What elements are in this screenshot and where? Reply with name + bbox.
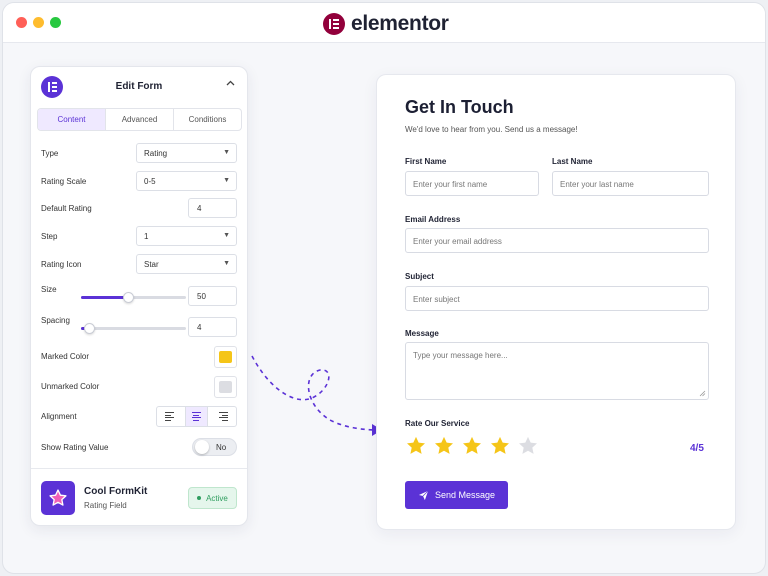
- star-filled-icon[interactable]: [489, 435, 511, 457]
- size-slider-handle[interactable]: [123, 292, 134, 303]
- status-dot-icon: [197, 496, 202, 500]
- panel-tabs: Content Advanced Conditions: [37, 108, 242, 131]
- type-label: Type: [41, 149, 59, 158]
- rating-label: Rate Our Service: [405, 419, 470, 428]
- send-icon: [418, 490, 429, 500]
- message-label: Message: [405, 329, 439, 338]
- rating-scale-value: 0-5: [144, 177, 156, 186]
- status-badge-text: Active: [206, 493, 228, 503]
- plugin-name: Cool FormKit: [84, 486, 148, 497]
- minimize-window-button[interactable]: [33, 17, 44, 28]
- caret-down-icon: ▼: [223, 232, 230, 239]
- message-placeholder: Type your message here...: [413, 351, 508, 360]
- last-name-input[interactable]: Enter your last name: [552, 171, 709, 196]
- edit-form-panel: Edit Form Content Advanced Conditions Ty…: [30, 66, 248, 526]
- align-right-button[interactable]: [208, 407, 236, 426]
- type-select-value: Rating: [144, 149, 168, 158]
- marked-color-swatch: [219, 351, 232, 363]
- close-window-button[interactable]: [16, 17, 27, 28]
- rating-icon-select[interactable]: Star ▼: [136, 254, 237, 274]
- align-center-button[interactable]: [186, 407, 208, 426]
- marked-color-label: Marked Color: [41, 352, 90, 361]
- panel-header: Edit Form: [31, 67, 247, 107]
- send-message-label: Send Message: [434, 490, 496, 500]
- panel-title: Edit Form: [115, 81, 163, 92]
- unmarked-color-picker[interactable]: [214, 376, 237, 398]
- size-input[interactable]: 50: [188, 286, 237, 306]
- unmarked-color-label: Unmarked Color: [41, 382, 100, 391]
- email-input[interactable]: Enter your email address: [405, 228, 709, 253]
- maximize-window-button[interactable]: [50, 17, 61, 28]
- tab-conditions[interactable]: Conditions: [174, 109, 241, 130]
- size-slider-fill: [81, 296, 128, 299]
- rating-icon-value: Star: [144, 260, 159, 269]
- subject-input[interactable]: Enter subject: [405, 286, 709, 311]
- panel-divider: [31, 468, 247, 469]
- size-label: Size: [41, 285, 57, 294]
- spacing-label: Spacing: [41, 316, 70, 325]
- caret-down-icon: ▼: [223, 149, 230, 156]
- alignment-label: Alignment: [41, 412, 77, 421]
- plugin-subtitle: Rating Field: [84, 501, 127, 510]
- unmarked-color-swatch: [219, 381, 232, 393]
- form-subtitle: We'd love to hear from you. Send us a me…: [405, 125, 578, 134]
- email-label: Email Address: [405, 215, 461, 224]
- last-name-label: Last Name: [552, 157, 593, 166]
- toggle-state-text: No: [216, 443, 227, 452]
- spacing-slider-handle[interactable]: [84, 323, 95, 334]
- default-rating-label: Default Rating: [41, 204, 92, 213]
- subject-label: Subject: [405, 272, 434, 281]
- brand-name: elementor: [351, 12, 449, 35]
- send-message-button[interactable]: Send Message: [405, 481, 508, 509]
- star-rating[interactable]: [405, 435, 539, 457]
- star-filled-icon[interactable]: [405, 435, 427, 457]
- rating-scale-label: Rating Scale: [41, 177, 87, 186]
- marked-color-picker[interactable]: [214, 346, 237, 368]
- star-filled-icon[interactable]: [461, 435, 483, 457]
- plugin-star-icon: [41, 481, 75, 515]
- step-select[interactable]: 1 ▼: [136, 226, 237, 246]
- message-textarea[interactable]: Type your message here...: [405, 342, 709, 400]
- step-label: Step: [41, 232, 58, 241]
- alignment-control: [156, 406, 237, 427]
- caret-down-icon: ▼: [223, 260, 230, 267]
- caret-down-icon: ▼: [223, 177, 230, 184]
- brand-logo: elementor: [323, 12, 449, 36]
- resize-grip-icon[interactable]: [699, 390, 706, 397]
- spacing-input[interactable]: 4: [188, 317, 237, 337]
- tab-content[interactable]: Content: [38, 109, 106, 130]
- dashed-arrow-icon: [251, 355, 382, 436]
- star-empty-icon[interactable]: [517, 435, 539, 457]
- show-rating-value-label: Show Rating Value: [41, 443, 109, 452]
- rating-score: 4/5: [690, 443, 704, 454]
- star-filled-icon[interactable]: [433, 435, 455, 457]
- first-name-input[interactable]: Enter your first name: [405, 171, 539, 196]
- size-slider[interactable]: [81, 292, 186, 303]
- title-bar: elementor: [3, 3, 765, 43]
- align-left-button[interactable]: [157, 407, 187, 426]
- spacing-slider[interactable]: [81, 323, 186, 334]
- chevron-up-icon[interactable]: [226, 80, 235, 86]
- step-select-value: 1: [144, 232, 149, 241]
- default-rating-input[interactable]: 4: [188, 198, 237, 218]
- first-name-label: First Name: [405, 157, 447, 166]
- contact-form-card: Get In Touch We'd love to hear from you.…: [376, 74, 736, 530]
- toggle-knob: [195, 440, 209, 454]
- form-title: Get In Touch: [405, 97, 514, 117]
- elementor-logo-icon: [323, 13, 345, 35]
- show-rating-value-toggle[interactable]: No: [192, 438, 237, 456]
- rating-icon-label: Rating Icon: [41, 260, 82, 269]
- type-select[interactable]: Rating ▼: [136, 143, 237, 163]
- status-badge: Active: [188, 487, 237, 509]
- rating-scale-select[interactable]: 0-5 ▼: [136, 171, 237, 191]
- tab-advanced[interactable]: Advanced: [106, 109, 174, 130]
